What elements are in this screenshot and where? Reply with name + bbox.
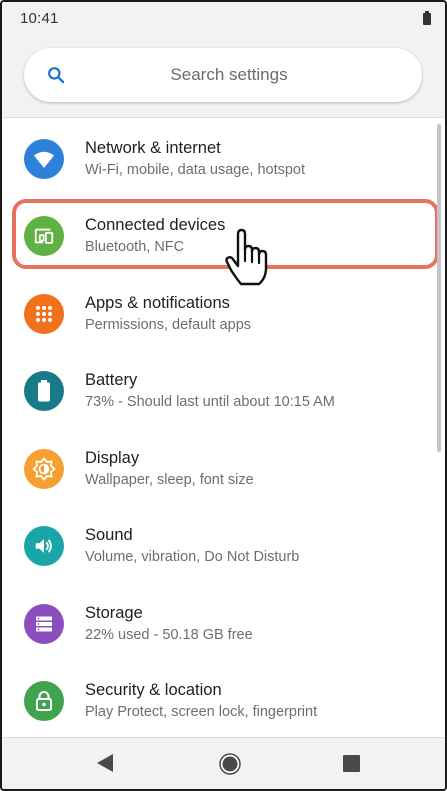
recents-icon[interactable] — [343, 755, 360, 772]
settings-item-network[interactable]: Network & internet Wi-Fi, mobile, data u… — [2, 120, 445, 198]
brightness-icon — [24, 448, 64, 489]
item-title: Connected devices — [85, 216, 226, 235]
search-header: Search settings — [2, 34, 445, 118]
item-title: Battery — [85, 371, 138, 390]
status-bar: 10:41 — [2, 2, 445, 34]
storage-icon — [24, 603, 64, 644]
item-subtitle: 73% - Should last until about 10:15 AM — [85, 394, 335, 411]
item-subtitle: Volume, vibration, Do Not Disturb — [85, 549, 300, 566]
settings-item-battery[interactable]: Battery 73% - Should last until about 10… — [2, 353, 445, 431]
battery-status-icon — [423, 11, 431, 25]
status-time: 10:41 — [20, 9, 59, 27]
apps-icon — [24, 293, 64, 334]
item-subtitle: Bluetooth, NFC — [85, 239, 185, 256]
navigation-bar — [2, 737, 445, 789]
wifi-icon — [24, 138, 64, 179]
item-title: Security & location — [85, 681, 222, 700]
settings-item-sound[interactable]: Sound Volume, vibration, Do Not Disturb — [2, 508, 445, 586]
settings-list: Network & internet Wi-Fi, mobile, data u… — [2, 120, 445, 740]
item-subtitle: Wi-Fi, mobile, data usage, hotspot — [85, 161, 306, 178]
item-subtitle: Wallpaper, sleep, font size — [85, 471, 254, 488]
settings-item-display[interactable]: Display Wallpaper, sleep, font size — [2, 430, 445, 508]
item-subtitle: Play Protect, screen lock, fingerprint — [85, 704, 318, 721]
item-subtitle: Permissions, default apps — [85, 316, 252, 333]
volume-icon — [24, 526, 64, 567]
hand-pointer-icon — [225, 228, 268, 286]
item-title: Display — [85, 448, 140, 467]
devices-icon — [24, 216, 64, 257]
search-bar[interactable]: Search settings — [24, 48, 422, 102]
settings-item-security[interactable]: Security & location Play Protect, screen… — [2, 663, 445, 741]
item-title: Network & internet — [85, 138, 221, 157]
lock-icon — [24, 681, 64, 722]
search-placeholder: Search settings — [170, 65, 288, 84]
search-icon — [48, 67, 65, 84]
scrollbar[interactable] — [437, 124, 441, 452]
back-icon[interactable] — [97, 754, 113, 772]
item-title: Storage — [85, 603, 143, 622]
item-subtitle: 22% used - 50.18 GB free — [85, 626, 253, 643]
item-title: Sound — [85, 526, 133, 545]
item-title: Apps & notifications — [85, 293, 230, 312]
settings-item-storage[interactable]: Storage 22% used - 50.18 GB free — [2, 585, 445, 663]
phone-screen: 10:41 Search settings Network & internet… — [0, 0, 447, 791]
home-icon[interactable] — [219, 753, 241, 775]
battery-icon — [24, 371, 64, 412]
